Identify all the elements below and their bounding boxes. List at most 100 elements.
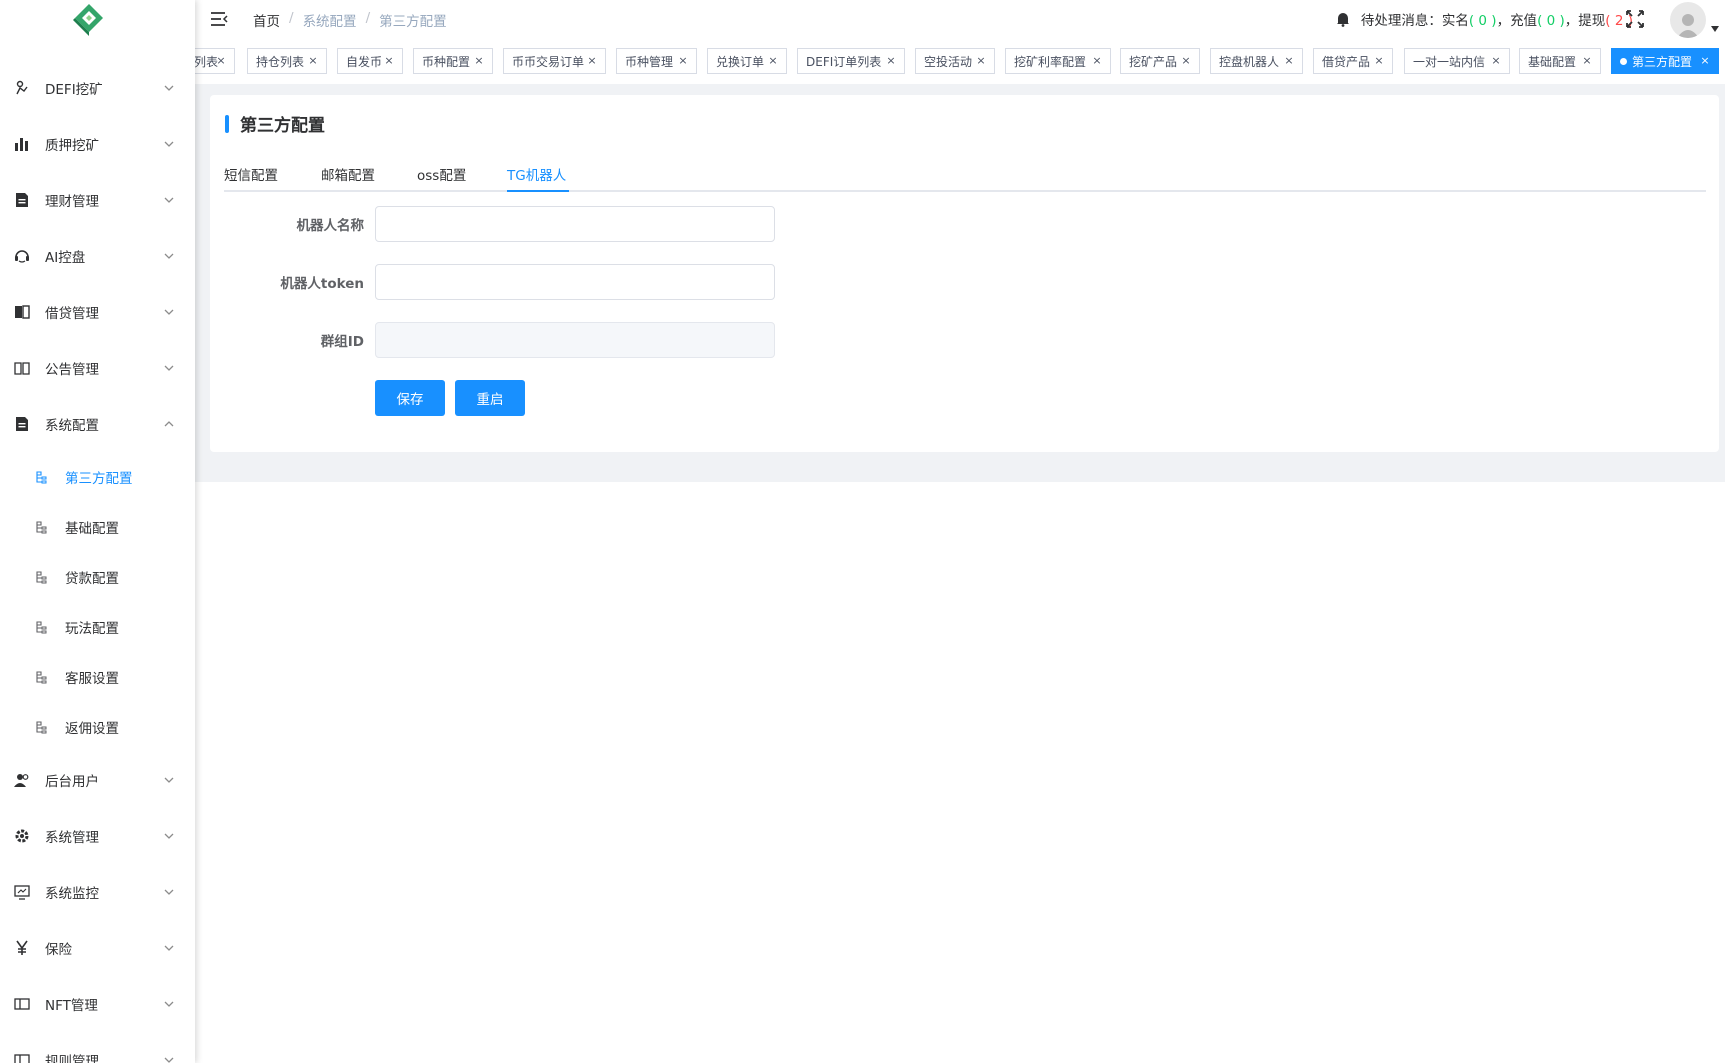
tree-icon bbox=[36, 621, 47, 634]
tag-label: 币种管理 bbox=[625, 54, 674, 69]
close-icon[interactable]: × bbox=[1580, 54, 1594, 67]
sidebar-item-announcements[interactable]: 公告管理 bbox=[0, 348, 195, 388]
submenu-item-customer-service[interactable]: 客服设置 bbox=[0, 657, 195, 697]
notice-count: 0 bbox=[1478, 13, 1487, 29]
tag-control-bot[interactable]: 控盘机器人 × bbox=[1210, 48, 1303, 74]
sidebar: DEFI挖矿 质押挖矿 理财管理 AI控盘 借贷管理 公告管理 系统配置 第三方… bbox=[0, 0, 195, 1063]
tab-email-config[interactable]: 邮箱配置 bbox=[321, 164, 375, 184]
tag-label: 自发币 bbox=[346, 54, 383, 69]
close-icon[interactable]: × bbox=[585, 54, 599, 67]
close-icon[interactable]: × bbox=[1282, 54, 1296, 67]
sidebar-item-label: 规则管理 bbox=[45, 1054, 99, 1063]
tag-airdrop[interactable]: 空投活动 × bbox=[915, 48, 995, 74]
tree-icon bbox=[36, 571, 47, 584]
close-icon[interactable]: × bbox=[1090, 54, 1104, 67]
sidebar-item-label: DEFI挖矿 bbox=[45, 82, 103, 98]
tag-private-messages[interactable]: 一对一站内信 × bbox=[1404, 48, 1510, 74]
close-icon[interactable]: × bbox=[974, 54, 988, 67]
page-title: 第三方配置 bbox=[225, 111, 325, 136]
breadcrumb: 首页 / 系统配置 / 第三方配置 bbox=[253, 10, 447, 30]
close-icon[interactable]: × bbox=[766, 54, 780, 67]
sidebar-item-lending[interactable]: 借贷管理 bbox=[0, 292, 195, 332]
tag-label: 持仓列表 bbox=[256, 54, 305, 69]
chevron-down-icon bbox=[164, 777, 174, 783]
sidebar-item-label: 借贷管理 bbox=[45, 306, 99, 322]
breadcrumb-home[interactable]: 首页 bbox=[253, 10, 280, 30]
sidebar-item-system-management[interactable]: 系统管理 bbox=[0, 816, 195, 856]
tag-label: 空投活动 bbox=[924, 54, 973, 69]
sidebar-item-label: NFT管理 bbox=[45, 998, 98, 1014]
caret-down-icon[interactable] bbox=[1711, 26, 1719, 32]
tab-sms-config[interactable]: 短信配置 bbox=[224, 164, 278, 184]
tag-self-issued-coin[interactable]: 自发币 × bbox=[337, 48, 403, 74]
submenu-item-basic-config[interactable]: 基础配置 bbox=[0, 507, 195, 547]
tab-tg-bot[interactable]: TG机器人 bbox=[507, 164, 566, 184]
tag-third-party-config[interactable]: 第三方配置 × bbox=[1611, 48, 1719, 74]
fullscreen-icon[interactable] bbox=[1625, 9, 1645, 29]
tag-label: 控盘机器人 bbox=[1219, 54, 1280, 69]
sidebar-item-staking-mining[interactable]: 质押挖矿 bbox=[0, 124, 195, 164]
tree-icon bbox=[36, 671, 47, 684]
sidebar-item-nft[interactable]: NFT管理 bbox=[0, 984, 195, 1024]
sidebar-item-label: AI控盘 bbox=[45, 250, 86, 266]
tree-icon bbox=[36, 721, 47, 734]
submenu-item-label: 第三方配置 bbox=[65, 471, 133, 487]
sidebar-item-system-config[interactable]: 系统配置 bbox=[0, 404, 195, 444]
close-icon[interactable]: × bbox=[884, 54, 898, 67]
defi-icon bbox=[16, 80, 28, 95]
close-icon[interactable]: × bbox=[1372, 54, 1386, 67]
submenu-item-rebate-settings[interactable]: 返佣设置 bbox=[0, 707, 195, 747]
tag-coin-management[interactable]: 币种管理 × bbox=[616, 48, 697, 74]
tag-loan-products[interactable]: 借贷产品 × bbox=[1313, 48, 1393, 74]
close-icon[interactable]: × bbox=[676, 54, 690, 67]
close-icon[interactable]: × bbox=[1179, 54, 1193, 67]
breadcrumb-system-config: 系统配置 bbox=[302, 14, 357, 30]
group-id-input[interactable] bbox=[375, 322, 775, 358]
restart-button[interactable]: 重启 bbox=[455, 380, 525, 416]
submenu-item-loan-config[interactable]: 贷款配置 bbox=[0, 557, 195, 597]
form-row-bot-name: 机器人名称 bbox=[224, 206, 776, 242]
user-icon bbox=[1677, 14, 1699, 38]
submenu-item-third-party-config[interactable]: 第三方配置 bbox=[0, 457, 195, 497]
logo-icon[interactable] bbox=[70, 2, 108, 38]
close-icon[interactable]: × bbox=[1489, 54, 1503, 67]
bot-token-input[interactable] bbox=[375, 264, 775, 300]
sidebar-item-insurance[interactable]: 保险 bbox=[0, 928, 195, 968]
sidebar-item-label: 质押挖矿 bbox=[45, 138, 99, 154]
tag-mining-products[interactable]: 挖矿产品 × bbox=[1120, 48, 1200, 74]
tag-coin-config[interactable]: 币种配置 × bbox=[413, 48, 493, 74]
close-icon[interactable]: × bbox=[1698, 54, 1712, 67]
sidebar-item-finance[interactable]: 理财管理 bbox=[0, 180, 195, 220]
bell-icon[interactable] bbox=[1335, 11, 1351, 27]
tag-label: 一对一站内信 bbox=[1413, 54, 1486, 69]
tag-basic-config[interactable]: 基础配置 × bbox=[1519, 48, 1601, 74]
tag-label: 第三方配置 bbox=[1632, 54, 1693, 69]
avatar[interactable] bbox=[1670, 2, 1706, 38]
tag-coin-trade-orders[interactable]: 币币交易订单 × bbox=[503, 48, 606, 74]
panel-icon bbox=[14, 1054, 30, 1063]
notice-recharge[interactable]: 充值( 0 )， bbox=[1510, 9, 1578, 29]
hamburger-icon[interactable] bbox=[209, 9, 229, 29]
close-icon[interactable]: × bbox=[306, 54, 320, 67]
sidebar-item-defi-mining[interactable]: DEFI挖矿 bbox=[0, 68, 195, 108]
users-icon bbox=[14, 774, 29, 787]
tag-position-list[interactable]: 持仓列表 × bbox=[247, 48, 327, 74]
submenu-item-gameplay-config[interactable]: 玩法配置 bbox=[0, 607, 195, 647]
sidebar-item-admin-users[interactable]: 后台用户 bbox=[0, 760, 195, 800]
sidebar-item-ai-control[interactable]: AI控盘 bbox=[0, 236, 195, 276]
tag-defi-order-list[interactable]: DEFI订单列表 × bbox=[797, 48, 905, 74]
close-icon[interactable]: × bbox=[472, 54, 486, 67]
sidebar-item-rules[interactable]: 规则管理 bbox=[0, 1040, 195, 1063]
save-button[interactable]: 保存 bbox=[375, 380, 445, 416]
tag-mining-rate-config[interactable]: 挖矿利率配置 × bbox=[1005, 48, 1111, 74]
notice-realname[interactable]: 实名( 0 )， bbox=[1442, 9, 1510, 29]
sidebar-item-system-monitor[interactable]: 系统监控 bbox=[0, 872, 195, 912]
submenu-item-label: 返佣设置 bbox=[65, 721, 119, 737]
tag-exchange-orders[interactable]: 兑换订单 × bbox=[707, 48, 787, 74]
close-icon[interactable]: × bbox=[214, 54, 228, 67]
close-icon[interactable]: × bbox=[382, 54, 396, 67]
tab-oss-config[interactable]: oss配置 bbox=[417, 164, 466, 184]
sidebar-item-label: 系统监控 bbox=[45, 886, 99, 902]
tag-list[interactable]: 列表 × bbox=[195, 48, 235, 74]
bot-name-input[interactable] bbox=[375, 206, 775, 242]
